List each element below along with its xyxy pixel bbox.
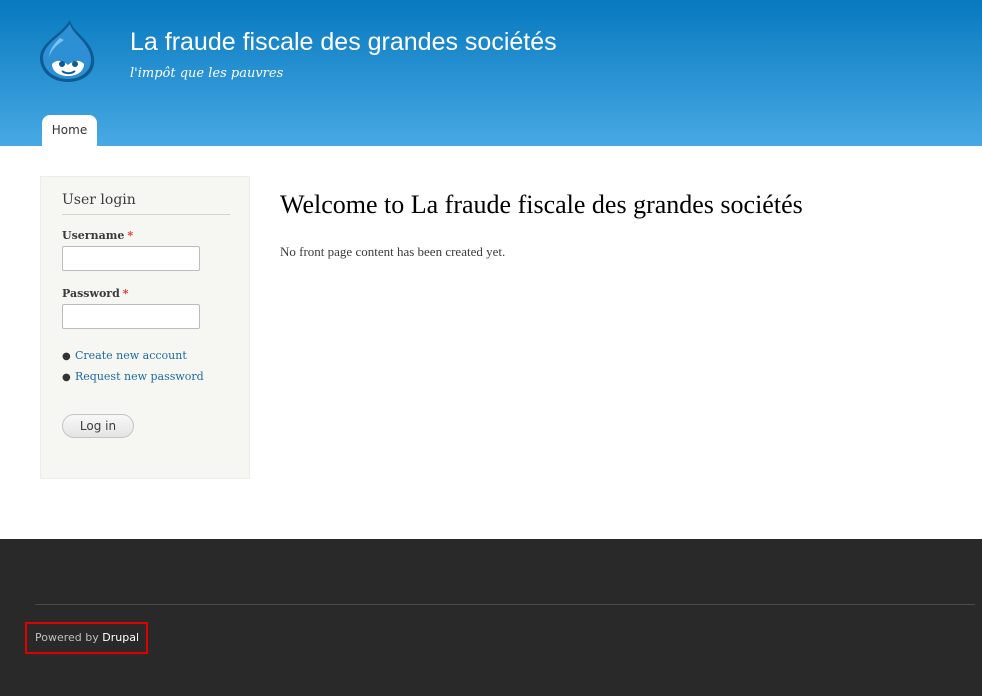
password-label: Password *: [62, 287, 129, 300]
login-links: ● Create new account ● Request new passwor…: [62, 349, 204, 391]
site-name[interactable]: La fraude fiscale des grandes sociétés: [130, 28, 557, 57]
drupal-logo-icon[interactable]: [38, 18, 98, 84]
powered-by-text: Powered by: [35, 631, 99, 644]
site-slogan: l'impôt que les pauvres: [130, 66, 284, 81]
main-content-text: No front page content has been created y…: [280, 244, 506, 259]
username-label: Username *: [62, 229, 133, 242]
drupal-link[interactable]: Drupal: [102, 631, 139, 644]
list-item: ● Request new password: [62, 370, 204, 391]
required-marker: *: [122, 287, 129, 300]
nav-tab-home[interactable]: Home: [42, 115, 97, 146]
username-input[interactable]: [62, 246, 200, 271]
username-label-text: Username: [62, 229, 125, 242]
password-label-text: Password: [62, 287, 120, 300]
bullet-icon: ●: [62, 372, 71, 383]
block-title: User login: [62, 192, 230, 215]
required-marker: *: [127, 229, 134, 242]
powered-by: Powered by Drupal: [25, 622, 148, 654]
create-account-link[interactable]: Create new account: [75, 349, 187, 362]
log-in-button[interactable]: Log in: [62, 414, 134, 438]
password-input[interactable]: [62, 304, 200, 329]
bullet-icon: ●: [62, 351, 71, 362]
user-login-block: User login Username * Password * ● Create n…: [40, 176, 250, 479]
footer-divider: [35, 604, 975, 605]
request-password-link[interactable]: Request new password: [75, 370, 204, 383]
page-title: Welcome to La fraude fiscale des grandes…: [280, 190, 803, 219]
site-footer: Powered by Drupal: [0, 539, 982, 696]
list-item: ● Create new account: [62, 349, 204, 370]
site-header: La fraude fiscale des grandes sociétés l…: [0, 0, 982, 146]
